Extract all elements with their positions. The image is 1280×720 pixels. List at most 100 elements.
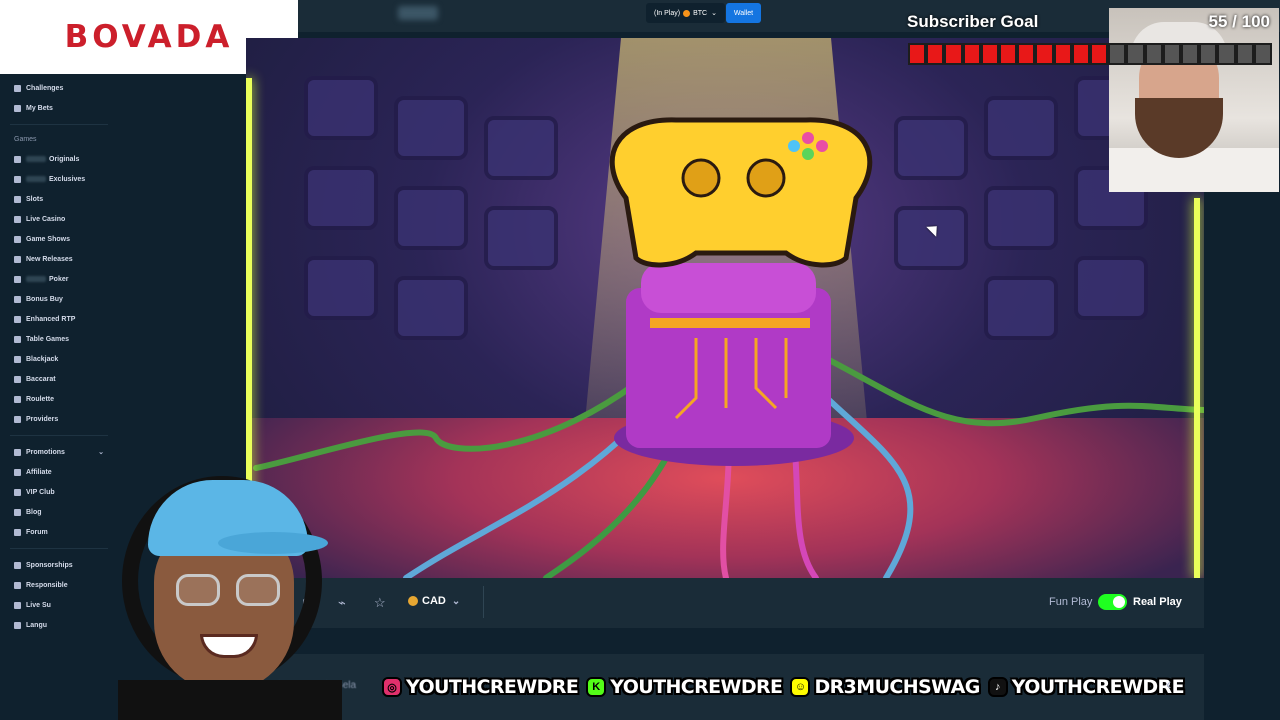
webcam-shirt (118, 680, 342, 720)
sidebar-item-icon (14, 275, 21, 283)
sidebar-item-label: VIP Club (26, 488, 55, 496)
balance-currency: BTC (693, 9, 708, 17)
sidebar-item-slots[interactable]: Slots (0, 189, 118, 209)
social-handle: K YOUTHCREWDRE (586, 676, 783, 698)
progress-segment (1164, 45, 1180, 63)
social-handle: ◎ YOUTHCREWDRE (382, 676, 579, 698)
sidebar: Challenges My Bets Games Originals Exclusi… (0, 0, 118, 720)
sidebar-item-icon (14, 215, 21, 223)
sidebar-item-icon (14, 448, 21, 456)
sidebar-item-icon (14, 335, 21, 343)
sidebar-item-label: Live Casino (26, 215, 66, 223)
subscriber-goal-title: Subscriber Goal (907, 12, 1039, 31)
sidebar-item-icon (14, 235, 21, 243)
currency-label: CAD (422, 595, 446, 607)
subscriber-goal-widget: Subscriber Goal 55 / 100 (902, 6, 1278, 65)
sidebar-item-label: Bonus Buy (26, 295, 63, 303)
sidebar-item-icon (14, 395, 21, 403)
sidebar-item-providers[interactable]: Providers (0, 409, 118, 429)
game-control-bar: ▢ ⌁ ☆ CAD ⌄ Fun Play Real Play (246, 578, 1204, 628)
sidebar-item-icon (14, 155, 21, 163)
progress-segment (1146, 45, 1161, 63)
sidebar-item-label: Game Shows (26, 235, 70, 243)
sidebar-item-icon (14, 528, 21, 536)
webcam-cap-brim (218, 532, 328, 554)
sidebar-divider (10, 124, 108, 125)
sidebar-item-baccarat[interactable]: Baccarat (0, 369, 118, 389)
sidebar-item-roulette[interactable]: Roulette (0, 389, 118, 409)
sidebar-item-icon (14, 601, 21, 609)
sidebar-divider (10, 435, 108, 436)
webcam-glasses-right (236, 574, 280, 606)
sidebar-item-icon (14, 415, 21, 423)
sidebar-item-icon (14, 561, 21, 569)
sidebar-item-label: Affiliate (26, 468, 52, 476)
sidebar-item-promotions[interactable]: Promotions ⌄ (0, 442, 118, 462)
sidebar-item-game-shows[interactable]: Game Shows (0, 229, 118, 249)
social-handle: ♪ YOUTHCREWDRE (987, 676, 1185, 698)
real-play-label[interactable]: Real Play (1133, 596, 1182, 608)
sidebar-item-icon (14, 508, 21, 516)
sidebar-item-enhanced-rtp[interactable]: Enhanced RTP (0, 309, 118, 329)
sidebar-item-bonus-buy[interactable]: Bonus Buy (0, 289, 118, 309)
btc-icon (683, 9, 691, 17)
sidebar-item-affiliate[interactable]: Affiliate (0, 462, 118, 482)
sidebar-item-label: Exclusives (49, 175, 86, 183)
wallet-button[interactable]: Wallet (726, 3, 761, 23)
sidebar-item-label: My Bets (26, 104, 53, 112)
progress-segment (982, 45, 998, 63)
sidebar-item-icon (14, 355, 21, 363)
progress-segment (928, 45, 943, 63)
progress-segment (1092, 45, 1107, 63)
sidebar-item-blackjack[interactable]: Blackjack (0, 349, 118, 369)
chevron-down-icon: ⌄ (711, 10, 717, 17)
sidebar-item-new-releases[interactable]: New Releases (0, 249, 118, 269)
game-artwork (253, 117, 1204, 578)
sidebar-item-icon (14, 175, 21, 183)
favourite-star-icon[interactable]: ☆ (374, 595, 386, 611)
sidebar-item-challenges[interactable]: Challenges (0, 78, 118, 98)
sidebar-item-responsible[interactable]: Responsible (0, 575, 118, 595)
kick-icon: K (586, 677, 607, 697)
neon-frame-right (1194, 198, 1200, 578)
progress-segment (1073, 45, 1089, 63)
coin-icon (408, 596, 418, 606)
sidebar-item-label: Challenges (26, 84, 64, 92)
sidebar-item-live-casino[interactable]: Live Casino (0, 209, 118, 229)
sidebar-item-table-games[interactable]: Table Games (0, 329, 118, 349)
gamebar-divider (483, 586, 484, 618)
sidebar-item-vip-club[interactable]: VIP Club (0, 482, 118, 502)
sidebar-item-my-bets[interactable]: My Bets (0, 98, 118, 118)
sidebar-item-langu[interactable]: Langu (0, 615, 118, 635)
sidebar-item-live-su[interactable]: Live Su (0, 595, 118, 615)
sidebar-item-icon (14, 488, 21, 496)
sidebar-item-blog[interactable]: Blog (0, 502, 118, 522)
sidebar-item-sponsorships[interactable]: Sponsorships (0, 555, 118, 575)
sidebar-item-poker[interactable]: Poker (0, 269, 118, 289)
sidebar-item-originals[interactable]: Originals (0, 149, 118, 169)
game-canvas[interactable] (246, 38, 1204, 578)
snapchat-icon: ☺ (790, 677, 811, 697)
sidebar-item-forum[interactable]: Forum (0, 522, 118, 542)
app-root: Challenges My Bets Games Originals Exclusi… (0, 0, 1280, 720)
chevron-left-icon[interactable]: ‹ (1166, 676, 1171, 694)
fun-play-label[interactable]: Fun Play (1049, 596, 1092, 608)
sidebar-item-icon (14, 581, 21, 589)
sidebar-item-icon (14, 315, 21, 323)
webcam-glasses-left (176, 574, 220, 606)
social-handle-text: DR3MUCHSWAG (814, 676, 980, 698)
sidebar-item-label: Baccarat (26, 375, 56, 383)
progress-segment (1110, 45, 1125, 63)
sidebar-item-label: Originals (49, 155, 80, 163)
play-mode-toggle[interactable] (1098, 594, 1127, 610)
sidebar-item-exclusives[interactable]: Exclusives (0, 169, 118, 189)
currency-selector[interactable]: CAD ⌄ (408, 595, 460, 607)
balance-selector[interactable]: (In Play) BTC ⌄ (646, 3, 725, 23)
progress-segment (910, 45, 925, 63)
sidebar-item-icon (14, 621, 21, 629)
sidebar-item-label: Responsible (26, 581, 68, 589)
sidebar-item-label: Forum (26, 528, 48, 536)
progress-segment (1055, 45, 1070, 63)
sidebar-item-label: New Releases (26, 255, 73, 263)
sidebar-item-label: Slots (26, 195, 44, 203)
